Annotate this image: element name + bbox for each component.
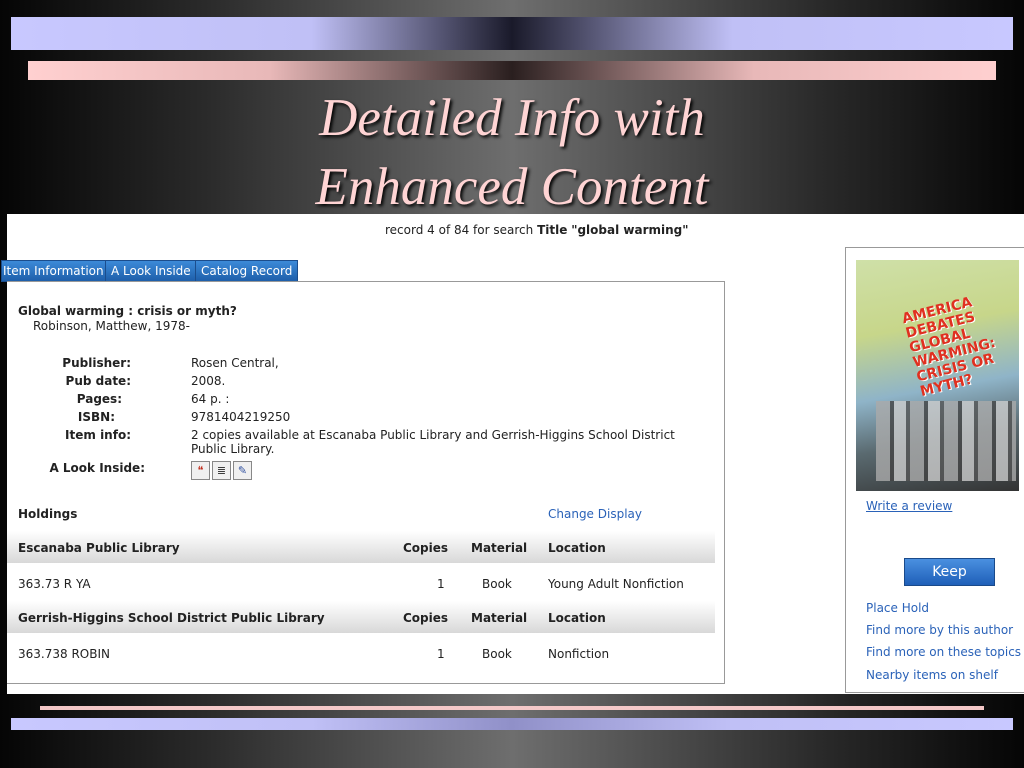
location-header: Location [548,611,606,625]
library-name: Gerrish-Higgins School District Public L… [18,611,325,625]
tab-item-information[interactable]: Item Information [1,260,106,282]
tab-look-inside[interactable]: A Look Inside [105,260,197,282]
holdings-title: Holdings [18,507,78,521]
sidebar: AMERICA DEBATES GLOBAL WARMING: CRISIS O… [845,247,1024,693]
tab-catalog-record[interactable]: Catalog Record [195,260,299,282]
record-query: "global warming" [571,223,689,237]
top-decor-bar-2 [28,61,996,80]
isbn-label: ISBN: [77,410,115,424]
publisher-value: Rosen Central, [191,356,279,370]
location-value: Young Adult Nonfiction [548,577,684,591]
bottom-decor-line [40,706,984,710]
find-topics-link[interactable]: Find more on these topics [866,645,1021,659]
holdings-header-2: Gerrish-Higgins School District Public L… [7,601,715,633]
place-hold-link[interactable]: Place Hold [866,601,929,615]
lookinside-label: A Look Inside: [49,461,145,475]
iteminfo-value: 2 copies available at Escanaba Public Li… [191,428,675,456]
record-field: Title [537,223,568,237]
copies-header: Copies [403,541,449,555]
nearby-items-link[interactable]: Nearby items on shelf [866,668,998,682]
table-row: 363.738 ROBIN 1 Book Nonfiction [7,637,715,673]
reviews-icon[interactable]: ✎ [233,461,252,480]
material-header: Material [471,611,528,625]
location-header: Location [548,541,606,555]
summary-icon[interactable]: ≣ [212,461,231,480]
look-inside-icons: ❝ ≣ ✎ [191,461,254,480]
change-display-link[interactable]: Change Display [548,507,642,521]
material-header: Material [471,541,528,555]
bottom-decor-bar [11,718,1013,730]
holdings-header-1: Escanaba Public Library Copies Material … [7,531,715,563]
copies-count: 1 [437,647,445,661]
catalog-screenshot: record 4 of 84 for search Title "global … [1,214,1024,694]
top-decor-bar [11,17,1013,50]
keep-button[interactable]: Keep [904,558,995,586]
library-name: Escanaba Public Library [18,541,180,555]
location-value: Nonfiction [548,647,610,661]
slide-title-line1: Detailed Info with [319,89,705,147]
item-detail-panel: Global warming : crisis or myth? Robinso… [7,281,725,684]
cover-cars-graphic [876,401,1016,481]
material-value: Book [482,647,512,661]
copies-header: Copies [403,611,449,625]
find-author-link[interactable]: Find more by this author [866,623,1013,637]
material-value: Book [482,577,512,591]
iteminfo-label: Item info: [65,428,131,442]
call-number: 363.738 ROBIN [18,647,110,661]
pubdate-label: Pub date: [65,374,131,388]
record-line: record 4 of 84 for search Title "global … [385,223,688,237]
copies-count: 1 [437,577,445,591]
write-review-link[interactable]: Write a review [866,499,952,513]
author-notes-icon[interactable]: ❝ [191,461,210,480]
slide-title: Detailed Info with Enhanced Content [0,84,1024,222]
pages-label: Pages: [76,392,122,406]
book-author[interactable]: Robinson, Matthew, 1978- [33,319,190,333]
publisher-label: Publisher: [62,356,131,370]
book-cover-image[interactable]: AMERICA DEBATES GLOBAL WARMING: CRISIS O… [856,260,1019,491]
book-title: Global warming : crisis or myth? [18,304,237,318]
record-prefix: record 4 of 84 for search [385,223,534,237]
isbn-value: 9781404219250 [191,410,291,424]
pages-value: 64 p. : [191,392,230,406]
table-row: 363.73 R YA 1 Book Young Adult Nonfictio… [7,567,715,603]
slide-title-line2: Enhanced Content [315,158,709,216]
cover-title: AMERICA DEBATES GLOBAL WARMING: CRISIS O… [900,294,998,400]
call-number: 363.73 R YA [18,577,91,591]
pubdate-value: 2008. [191,374,226,388]
